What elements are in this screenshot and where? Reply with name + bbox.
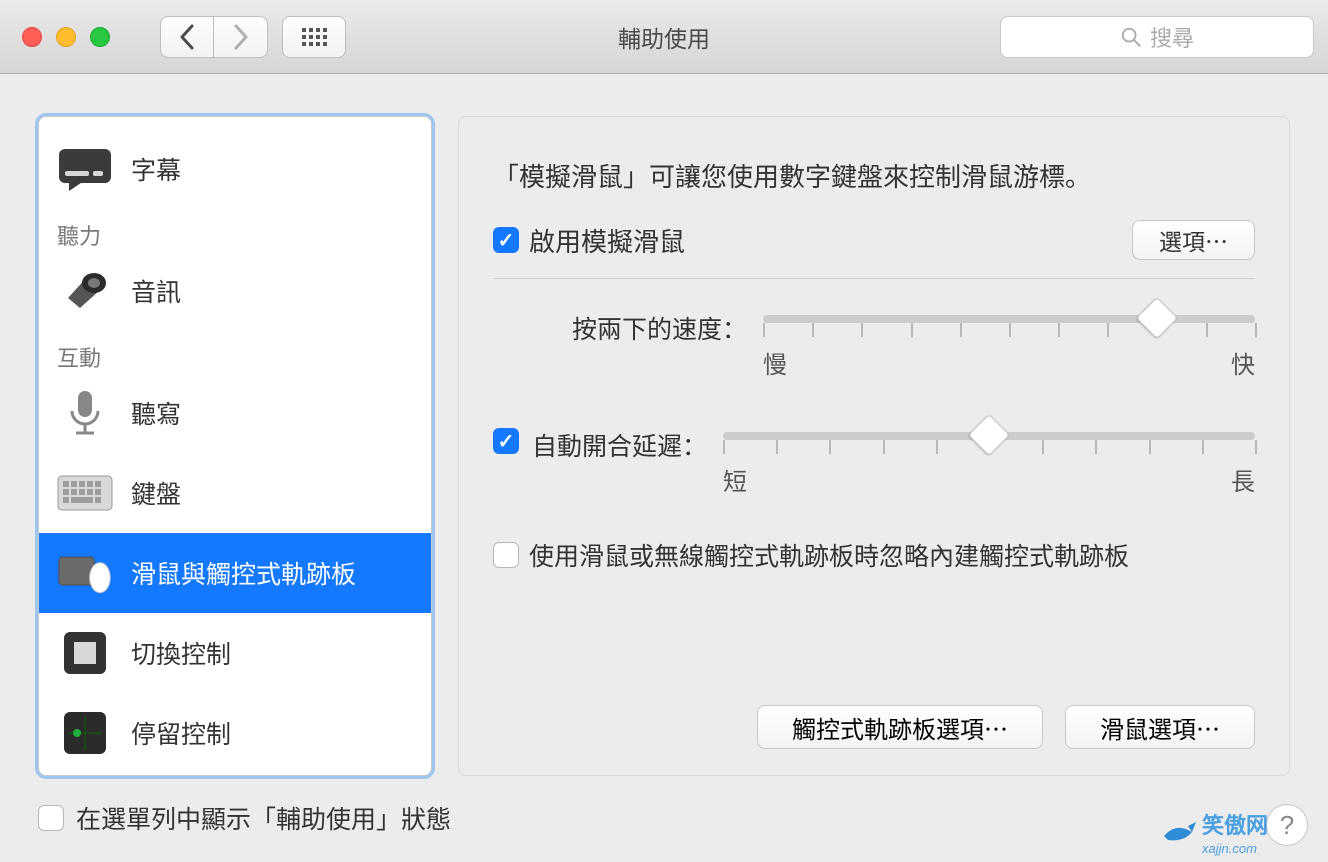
enable-mouse-keys-label: 啟用模擬滑鼠: [529, 222, 685, 259]
slider-end-fast: 快: [1231, 345, 1255, 380]
sidebar-item-label: 字幕: [131, 151, 181, 187]
mouse-trackpad-icon: [57, 547, 113, 599]
double-click-speed-label: 按兩下的速度：: [533, 307, 763, 346]
ignore-trackpad-label: 使用滑鼠或無線觸控式軌跡板時忽略內建觸控式軌跡板: [529, 537, 1129, 573]
show-all-button[interactable]: [282, 16, 346, 58]
enable-mouse-keys-checkbox[interactable]: [493, 227, 519, 253]
titlebar: 輔助使用 搜尋: [0, 0, 1328, 74]
sidebar-item-label: 切換控制: [131, 635, 231, 671]
detail-panel: 「模擬滑鼠」可讓您使用數字鍵盤來控制滑鼠游標。 啟用模擬滑鼠 選項⋯ 按兩下的速…: [458, 116, 1290, 776]
sidebar-item-mouse-trackpad[interactable]: 滑鼠與觸控式軌跡板: [39, 533, 431, 613]
spring-loading-delay-checkbox[interactable]: [493, 428, 519, 454]
minimize-icon[interactable]: [56, 27, 76, 47]
mic-icon: [57, 387, 113, 439]
window-controls: [22, 27, 110, 47]
sidebar-item-keyboard[interactable]: 鍵盤: [39, 453, 431, 533]
mouse-keys-options-button[interactable]: 選項⋯: [1132, 220, 1255, 260]
sidebar-item-label: 滑鼠與觸控式軌跡板: [131, 555, 356, 591]
show-status-in-menubar-checkbox[interactable]: [38, 805, 64, 831]
switch-control-icon: [57, 627, 113, 679]
sidebar-item-switch-control[interactable]: 切換控制: [39, 613, 431, 693]
search-input[interactable]: 搜尋: [1000, 16, 1314, 58]
slider-end-slow: 慢: [763, 345, 787, 380]
sidebar-item-label: 鍵盤: [131, 475, 181, 511]
sidebar-item-label: 音訊: [131, 273, 181, 309]
mouse-options-button[interactable]: 滑鼠選項⋯: [1065, 705, 1255, 749]
ignore-trackpad-checkbox[interactable]: [493, 542, 519, 568]
category-sidebar[interactable]: 字幕 聽力 音訊 互動 聽寫 鍵盤 滑鼠與觸控式軌跡板: [38, 116, 432, 776]
watermark: 笑傲网 xajjn.com: [1162, 808, 1268, 858]
panel-intro: 「模擬滑鼠」可讓您使用數字鍵盤來控制滑鼠游標。: [493, 157, 1255, 194]
back-button[interactable]: [160, 16, 214, 58]
sidebar-item-dictation[interactable]: 聽寫: [39, 373, 431, 453]
help-button[interactable]: ?: [1266, 804, 1308, 846]
spring-loading-delay-label: 自動開合延遲：: [519, 424, 723, 463]
zoom-icon[interactable]: [90, 27, 110, 47]
sidebar-header-interact: 互動: [39, 331, 431, 373]
sidebar-item-dwell-control[interactable]: 停留控制: [39, 693, 431, 773]
slider-end-short: 短: [723, 462, 747, 497]
dwell-control-icon: [57, 707, 113, 759]
search-icon: [1120, 26, 1142, 48]
nav-group: [160, 16, 268, 58]
shark-icon: [1162, 820, 1196, 846]
separator: [493, 278, 1255, 279]
search-placeholder: 搜尋: [1150, 21, 1194, 53]
sidebar-item-subtitles[interactable]: 字幕: [39, 129, 431, 209]
trackpad-options-button[interactable]: 觸控式軌跡板選項⋯: [757, 705, 1043, 749]
sidebar-item-audio[interactable]: 音訊: [39, 251, 431, 331]
double-click-speed-slider[interactable]: [763, 315, 1255, 323]
sidebar-header-hearing: 聽力: [39, 209, 431, 251]
slider-end-long: 長: [1231, 462, 1255, 497]
keyboard-icon: [57, 467, 113, 519]
sidebar-item-label: 聽寫: [131, 395, 181, 431]
sidebar-item-label: 停留控制: [131, 715, 231, 751]
forward-button[interactable]: [214, 16, 268, 58]
show-status-in-menubar-label: 在選單列中顯示「輔助使用」狀態: [76, 800, 451, 836]
spring-loading-delay-slider[interactable]: [723, 432, 1255, 440]
subtitles-icon: [57, 143, 113, 195]
close-icon[interactable]: [22, 27, 42, 47]
speaker-icon: [57, 265, 113, 317]
